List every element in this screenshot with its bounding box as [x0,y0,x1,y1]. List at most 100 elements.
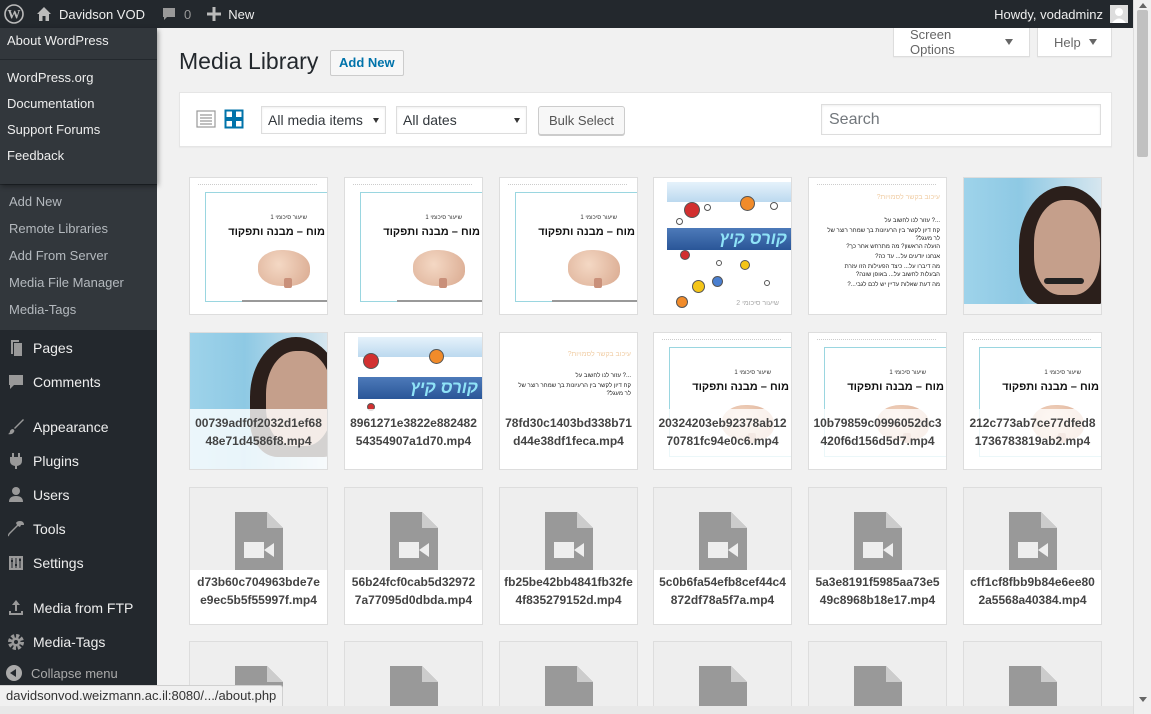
slide-line: לר מעגל? [915,236,940,242]
sidebar-item-plugins[interactable]: Plugins [0,444,157,478]
filename-caption: 56b24fcf0cab5d329727a77095d0dbda.mp4 [345,570,482,624]
submenu-add-from-server[interactable]: Add From Server [0,242,157,269]
sidebar-item-label: Plugins [33,453,79,469]
media-tile[interactable]: cff1cf8fbb9b84e6ee802a5568a40384.mp4 [963,487,1102,625]
media-tile[interactable] [344,641,483,714]
media-tile[interactable] [499,641,638,714]
wordpress-logo-icon[interactable]: W [0,0,28,28]
sidebar-item-media-from-ftp[interactable]: Media from FTP [0,591,157,625]
slide-thumbnail: שיעור סיכומי 1 מוח – מבנה ותפקוד [345,178,482,314]
scrollbar-thumb[interactable] [1137,10,1148,157]
dropdown-caret-icon [514,118,520,123]
collapse-menu-button[interactable]: Collapse menu [6,665,118,681]
sidebar-item-appearance[interactable]: Appearance [0,410,157,444]
video-file-icon [699,512,747,572]
sidebar-item-label: Media-Tags [33,634,106,650]
media-tile[interactable]: 00739adf0f2032d1ef6848e71d4586f8.mp4 [189,332,328,470]
media-toolbar: All media items All dates Bulk Select Se… [179,92,1112,147]
chevron-down-icon [1005,39,1013,45]
search-input[interactable]: Search [821,104,1101,135]
paintbrush-icon [8,419,24,435]
collapse-label: Collapse menu [31,665,118,681]
submenu-add-new[interactable]: Add New [0,188,157,215]
media-tile[interactable]: 56b24fcf0cab5d329727a77095d0dbda.mp4 [344,487,483,625]
sidebar-item-media-tags[interactable]: Media-Tags [0,625,157,659]
new-content-link[interactable]: New [199,0,262,28]
slide-thumbnail: שיעור סיכומי 1 מוח – מבנה ותפקוד [190,178,327,314]
course-title: קורס קיץ [410,378,478,397]
bulk-select-button[interactable]: Bulk Select [538,106,626,135]
media-tile[interactable]: 5a3e8191f5985aa73e549c8968b18e17.mp4 [808,487,947,625]
media-tile[interactable]: קורס קיץ שיעור סיכומי 2 [653,177,792,315]
sidebar-item-settings[interactable]: Settings [0,546,157,580]
scroll-down-icon[interactable] [1139,697,1147,702]
sidebar-item-pages[interactable]: Pages [0,331,157,365]
video-file-icon [545,512,593,572]
course-slide-thumbnail: קורס קיץ שיעור סיכומי 2 [654,178,791,314]
course-title: קורס קיץ [719,229,787,248]
vertical-scrollbar[interactable] [1133,0,1151,714]
slide-line: קח דיון לקשר בין הרעיונות בך שמחר רוצר ש… [518,383,631,389]
media-tile[interactable]: d73b60c704963bde7ee9ec5b5f55997f.mp4 [189,487,328,625]
media-tile[interactable]: עיכוב בקשר לסמויות? ...? עזור לנו לחשוב … [808,177,947,315]
filename-caption: 8961271e3822e88248254354907a1d70.mp4 [345,409,482,469]
media-tile[interactable]: שיעור סיכומי 1 מוח – מבנה ותפקוד 10b7985… [808,332,947,470]
sidebar-item-users[interactable]: Users [0,478,157,512]
list-view-icon[interactable] [196,109,216,129]
question-slide-thumbnail: עיכוב בקשר לסמויות? ...? עזור לנו לחשוב … [809,178,946,314]
slide-subtitle: שיעור סיכומי 1 [1044,370,1081,376]
menu-support-forums[interactable]: Support Forums [0,117,157,143]
filename-caption: 00739adf0f2032d1ef6848e71d4586f8.mp4 [190,409,327,469]
media-tile[interactable]: fb25be42bb4841fb32fe4f835279152d.mp4 [499,487,638,625]
sidebar-item-label: Media from FTP [33,600,134,616]
menu-feedback[interactable]: Feedback [0,143,157,169]
comments-link[interactable]: 0 [153,0,199,28]
brain-image [568,250,620,288]
media-type-value: All media items [268,112,363,128]
slide-title: מוח – מבנה ותפקוד [847,381,944,393]
screen-options-button[interactable]: Screen Options [893,27,1030,57]
help-button[interactable]: Help [1037,28,1112,57]
media-tile[interactable]: שיעור סיכומי 1 מוח – מבנה ותפקוד [189,177,328,315]
wrench-icon [8,521,24,537]
filename-caption: 20324203eb92378ab1270781fc94e0c6.mp4 [654,409,791,469]
sidebar-item-comments[interactable]: Comments [0,365,157,399]
menu-about-wordpress[interactable]: About WordPress [0,28,157,54]
collapse-arrow-icon [6,665,22,681]
menu-wordpress-org[interactable]: WordPress.org [0,65,157,91]
site-name-link[interactable]: Davidson VOD [28,0,153,28]
my-account-link[interactable]: Howdy, vodadminz [986,0,1136,28]
media-tile[interactable]: קורס קיץ 8961271e3822e88248254354907a1d7… [344,332,483,470]
submenu-remote-libraries[interactable]: Remote Libraries [0,215,157,242]
media-tile[interactable]: שיעור סיכומי 1 מוח – מבנה ותפקוד 2032420… [653,332,792,470]
sidebar-item-label: Appearance [33,419,109,435]
media-tile[interactable] [963,641,1102,714]
media-tile[interactable] [653,641,792,714]
add-new-button[interactable]: Add New [330,50,404,76]
horizontal-scrollbar[interactable] [0,706,1133,714]
media-tile[interactable]: 5c0b6fa54efb8cef44c4872df78a5f7a.mp4 [653,487,792,625]
slide-title: מוח – מבנה ותפקוד [228,226,325,238]
submenu-media-file-manager[interactable]: Media File Manager [0,269,157,296]
home-icon [37,7,51,21]
media-type-filter[interactable]: All media items [261,106,386,134]
media-tile[interactable]: שיעור סיכומי 1 מוח – מבנה ותפקוד 212c773… [963,332,1102,470]
slide-line: ...? עזור לנו לחשוב על [884,218,940,224]
submenu-media-tags[interactable]: Media-Tags [0,296,157,323]
media-tile[interactable]: שיעור סיכומי 1 מוח – מבנה ותפקוד [344,177,483,315]
media-tile[interactable] [963,177,1102,315]
media-tile[interactable] [808,641,947,714]
scroll-up-icon[interactable] [1139,3,1147,8]
sidebar-item-tools[interactable]: Tools [0,512,157,546]
slide-line: אנחנו יודעים על... עד כה? [875,254,940,260]
media-tile[interactable]: עיכוב בקשר לסמויות? ...? עזור לנו לחשוב … [499,332,638,470]
menu-documentation[interactable]: Documentation [0,91,157,117]
date-filter[interactable]: All dates [396,106,527,134]
grid-view-icon[interactable] [224,109,244,129]
plus-icon [207,7,222,21]
slide-title: מוח – מבנה ותפקוד [383,226,480,238]
slide-line: לר מעגל? [606,391,631,397]
media-tile[interactable]: שיעור סיכומי 1 מוח – מבנה ותפקוד [499,177,638,315]
upload-icon [9,600,23,615]
sidebar-item-label: Settings [33,555,84,571]
